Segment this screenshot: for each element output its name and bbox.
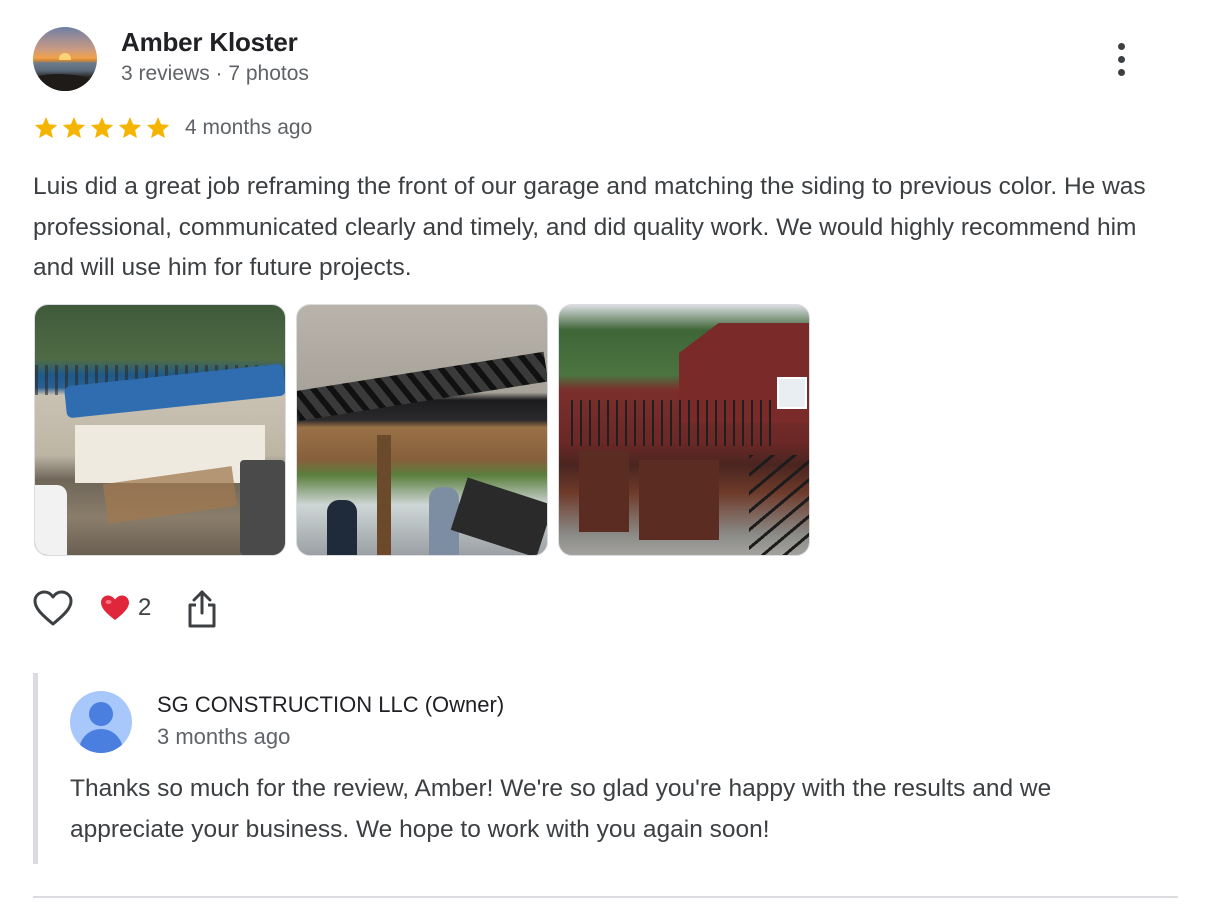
review-photo-3[interactable]	[558, 304, 810, 556]
star-rating	[33, 115, 171, 143]
owner-avatar	[70, 691, 132, 753]
reaction-button[interactable]: 2	[100, 592, 151, 624]
response-indent-bar	[33, 673, 38, 864]
star-icon	[34, 116, 58, 139]
owner-response-date: 3 months ago	[157, 724, 291, 749]
owner-response-text: Thanks so much for the review, Amber! We…	[70, 775, 1052, 843]
review-date: 4 months ago	[185, 116, 313, 139]
share-icon[interactable]	[186, 589, 218, 629]
reviewer-name[interactable]: Amber Kloster	[121, 27, 298, 58]
heart-outline-icon[interactable]	[33, 590, 73, 628]
sun-shape	[59, 53, 71, 60]
land-silhouette	[33, 74, 97, 91]
star-icon	[118, 116, 142, 139]
star-icon	[90, 116, 114, 139]
star-icon	[62, 116, 86, 139]
reviewer-avatar[interactable]	[33, 27, 97, 91]
review-card: Amber Kloster 3 reviews · 7 photos 4 mon…	[0, 0, 1206, 915]
review-photo-1[interactable]	[34, 304, 286, 556]
star-icon	[146, 116, 170, 139]
owner-name: SG CONSTRUCTION LLC (Owner)	[157, 692, 505, 717]
review-text: Luis did a great job reframing the front…	[33, 173, 1146, 281]
more-options-icon[interactable]	[1108, 40, 1136, 80]
reaction-count: 2	[138, 594, 152, 621]
review-photo-2[interactable]	[296, 304, 548, 556]
red-heart-icon	[101, 595, 129, 620]
divider	[33, 896, 1178, 898]
reviewer-meta: 3 reviews · 7 photos	[121, 62, 309, 85]
